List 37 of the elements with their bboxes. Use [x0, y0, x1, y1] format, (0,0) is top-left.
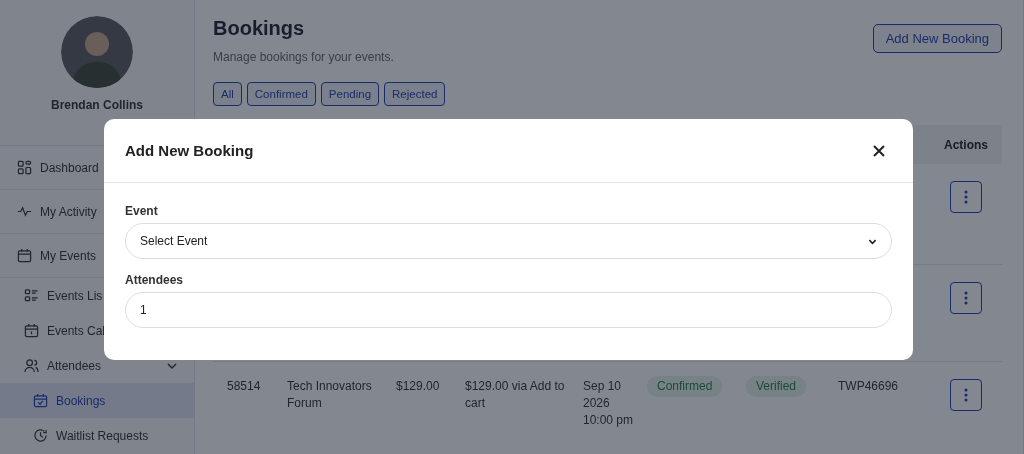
actions-button[interactable] [950, 181, 982, 213]
table-cell-text: $129.00 via Add to cart [465, 378, 566, 412]
field-label: Event [125, 204, 158, 218]
table-cell-text: 58514 [227, 378, 262, 395]
avatar [61, 16, 133, 88]
grid-icon [17, 160, 32, 175]
sidebar-item[interactable]: Bookings [0, 383, 194, 418]
people-icon [24, 358, 39, 373]
table-cell-text: Tech Innovators Forum [287, 378, 373, 412]
status-badge: Confirmed [647, 376, 723, 397]
more-icon [964, 190, 968, 204]
close-icon[interactable] [873, 144, 885, 157]
clock-icon [33, 428, 48, 443]
user-name: Brendan Collins [51, 98, 143, 112]
filter-button[interactable]: All [213, 82, 242, 106]
table-cell-text: Sep 10 2026 10:00 pm [583, 378, 635, 429]
page-subtitle: Manage bookings for your events. [213, 50, 394, 64]
more-icon [964, 388, 968, 402]
verification-badge: Verified [746, 376, 807, 397]
calendar-icon [24, 323, 39, 338]
table-cell-text: $129.00 [396, 378, 441, 395]
add-booking-button[interactable]: Add New Booking [872, 24, 1002, 53]
column-header: Actions [943, 137, 989, 152]
calendar-check-icon [33, 393, 48, 408]
actions-button[interactable] [950, 282, 982, 314]
actions-button[interactable] [950, 379, 982, 411]
calendar-icon [17, 248, 32, 263]
table-cell-text: TWP46696 [838, 378, 900, 395]
filter-button[interactable]: Pending [320, 82, 380, 106]
more-icon [964, 291, 968, 305]
sidebar-item[interactable]: Waitlist Requests [0, 418, 194, 453]
page-title: Bookings [213, 16, 306, 40]
sidebar-item[interactable]: Attendees [0, 348, 194, 383]
pulse-icon [17, 204, 32, 219]
filter-button[interactable]: Confirmed [246, 82, 316, 106]
filter-button[interactable]: Rejected [384, 82, 446, 106]
list-icon [24, 288, 39, 303]
